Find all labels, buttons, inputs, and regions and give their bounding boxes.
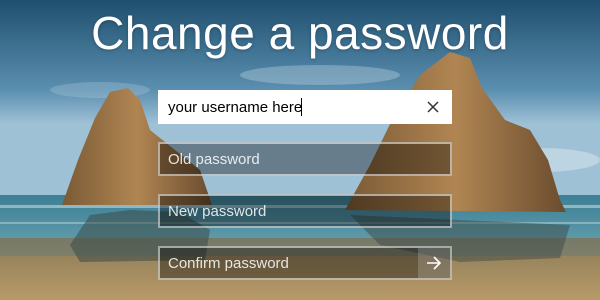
new-password-field[interactable] [158, 194, 452, 228]
close-icon [427, 101, 439, 113]
submit-button[interactable] [418, 248, 450, 278]
old-password-input[interactable] [168, 144, 412, 174]
clear-button[interactable] [420, 94, 446, 120]
username-input[interactable] [168, 92, 412, 122]
username-field[interactable] [158, 90, 452, 124]
page-title: Change a password [91, 7, 509, 59]
new-password-input[interactable] [168, 196, 412, 226]
confirm-password-field[interactable] [158, 246, 452, 280]
arrow-right-icon [427, 256, 442, 270]
text-cursor [301, 98, 302, 116]
confirm-password-input[interactable] [168, 248, 412, 278]
old-password-field[interactable] [158, 142, 452, 176]
